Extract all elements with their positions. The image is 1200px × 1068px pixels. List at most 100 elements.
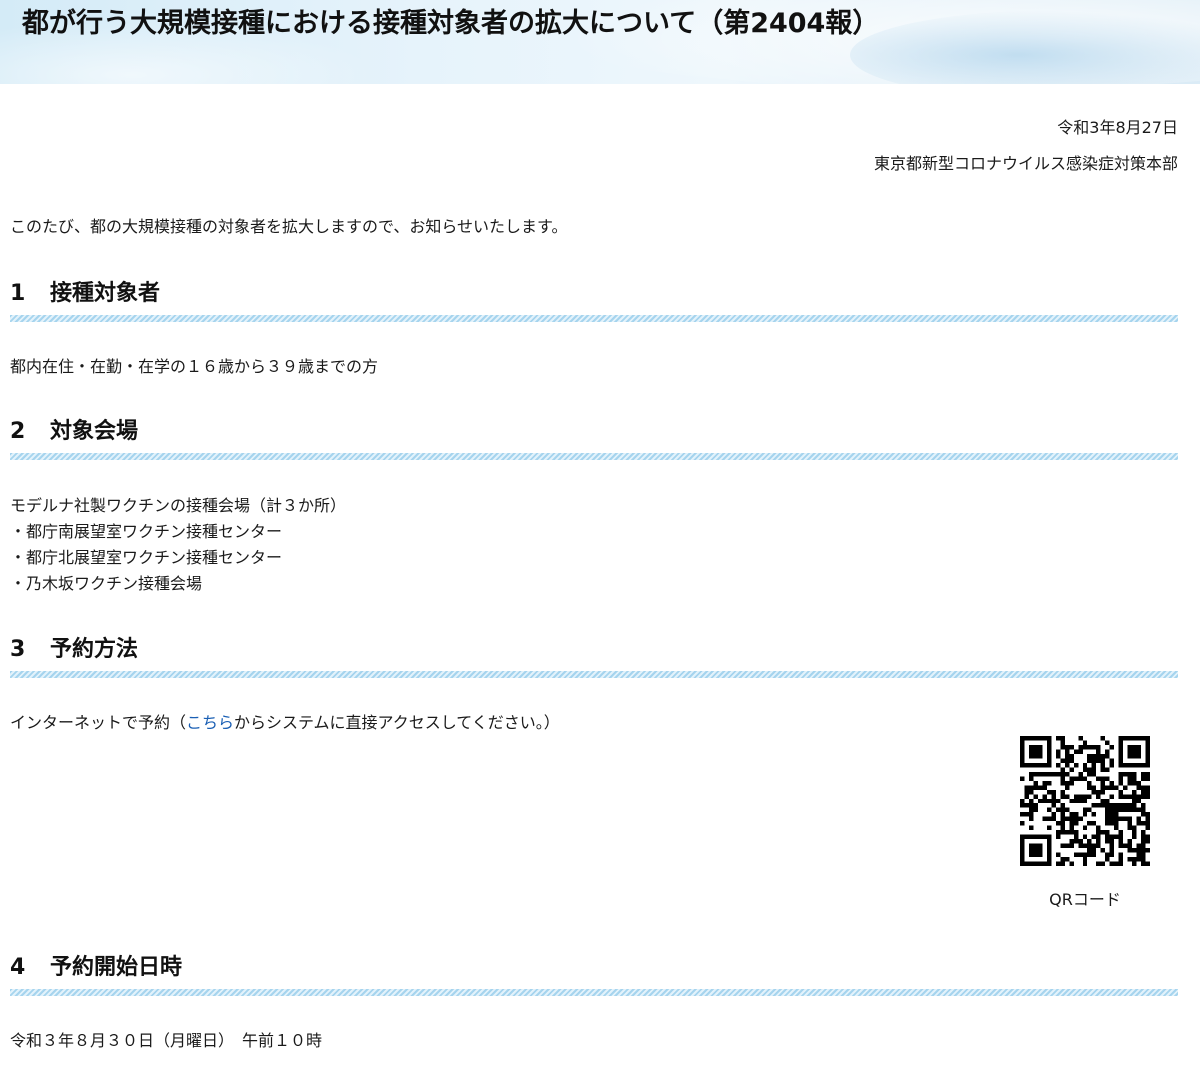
qr-module (1087, 744, 1092, 750)
qr-code-image (1020, 736, 1150, 866)
qr-module (1100, 767, 1106, 772)
qr-module (1118, 744, 1124, 750)
qr-module (1082, 852, 1088, 858)
qr-module (1051, 816, 1056, 822)
qr-module (1046, 740, 1052, 745)
qr-module (1087, 848, 1092, 853)
qr-module (1033, 762, 1038, 768)
qr-module (1096, 830, 1101, 835)
qr-module (1028, 861, 1034, 866)
qr-module (1064, 785, 1070, 790)
section-title: 接種対象者 (50, 281, 161, 306)
qr-module (1060, 857, 1065, 862)
qr-module (1100, 753, 1106, 759)
qr-module (1109, 843, 1115, 849)
qr-module (1082, 794, 1088, 799)
qr-module (1069, 780, 1074, 786)
reservation-text-prefix: インターネットで予約（ (10, 713, 187, 732)
qr-module (1024, 789, 1029, 795)
qr-module (1064, 749, 1070, 754)
qr-module (1118, 857, 1124, 862)
qr-module (1020, 749, 1025, 754)
qr-module (1136, 816, 1142, 822)
section-title: 対象会場 (50, 419, 139, 444)
qr-module (1078, 744, 1083, 750)
qr-module (1145, 789, 1150, 795)
qr-module (1028, 816, 1034, 822)
qr-module (1078, 798, 1083, 804)
qr-module (1118, 794, 1124, 799)
section-divider (10, 671, 1178, 678)
qr-module (1127, 744, 1133, 750)
qr-module (1118, 834, 1124, 840)
qr-module (1042, 762, 1047, 768)
qr-module (1069, 825, 1074, 831)
qr-module (1033, 744, 1038, 750)
qr-module (1033, 780, 1038, 786)
qr-module (1127, 780, 1133, 786)
qr-module (1020, 812, 1025, 817)
qr-module (1105, 767, 1110, 772)
qr-module (1042, 834, 1047, 840)
qr-module (1118, 776, 1124, 781)
qr-module (1055, 807, 1061, 813)
qr-module (1114, 785, 1119, 790)
qr-module (1087, 753, 1092, 759)
qr-module (1127, 771, 1133, 777)
qr-module (1127, 821, 1133, 826)
reservation-start-datetime: 令和３年８月３０日（月曜日） 午前１０時 (10, 1031, 323, 1050)
qr-module (1109, 816, 1115, 822)
qr-module (1136, 798, 1142, 804)
qr-module (1123, 736, 1128, 741)
qr-module (1114, 821, 1119, 826)
qr-module (1127, 736, 1133, 741)
qr-module (1028, 834, 1034, 840)
qr-module (1055, 762, 1061, 768)
section-title: 予約開始日時 (50, 955, 183, 980)
qr-module (1091, 758, 1097, 763)
qr-module (1082, 834, 1088, 840)
qr-module (1096, 834, 1101, 840)
qr-module (1118, 753, 1124, 759)
section-number: 3 (10, 637, 26, 662)
section-number: 4 (10, 955, 26, 980)
qr-module (1127, 762, 1133, 768)
qr-module (1132, 753, 1137, 759)
qr-module (1091, 753, 1097, 759)
qr-module (1118, 771, 1124, 777)
qr-module (1064, 830, 1070, 835)
qr-module (1091, 848, 1097, 853)
qr-module (1020, 736, 1025, 741)
qr-module (1078, 776, 1083, 781)
qr-code-graphic (1020, 736, 1150, 866)
qr-module (1037, 785, 1043, 790)
reservation-method-text: インターネットで予約（こちらからシステムに直接アクセスしてください。） (10, 710, 560, 736)
qr-module (1087, 780, 1092, 786)
qr-module (1109, 785, 1115, 790)
reservation-system-link[interactable]: こちら (186, 713, 234, 732)
qr-module (1055, 852, 1061, 858)
qr-module (1020, 762, 1025, 768)
qr-module (1132, 807, 1137, 813)
qr-module (1028, 776, 1034, 781)
qr-module (1024, 736, 1029, 741)
qr-module (1033, 834, 1038, 840)
qr-module (1069, 744, 1074, 750)
qr-module (1136, 857, 1142, 862)
qr-module (1024, 861, 1029, 866)
qr-module (1127, 839, 1133, 844)
qr-module (1042, 771, 1047, 777)
qr-module (1096, 776, 1101, 781)
qr-module (1123, 807, 1128, 813)
qr-module (1145, 744, 1150, 750)
qr-module (1020, 848, 1025, 853)
qr-module (1028, 744, 1034, 750)
qr-module (1105, 857, 1110, 862)
qr-module (1105, 839, 1110, 844)
qr-module (1141, 821, 1146, 826)
qr-module (1046, 852, 1052, 858)
qr-module (1105, 776, 1110, 781)
qr-module (1060, 758, 1065, 763)
qr-module (1082, 798, 1088, 804)
qr-module (1046, 736, 1052, 741)
